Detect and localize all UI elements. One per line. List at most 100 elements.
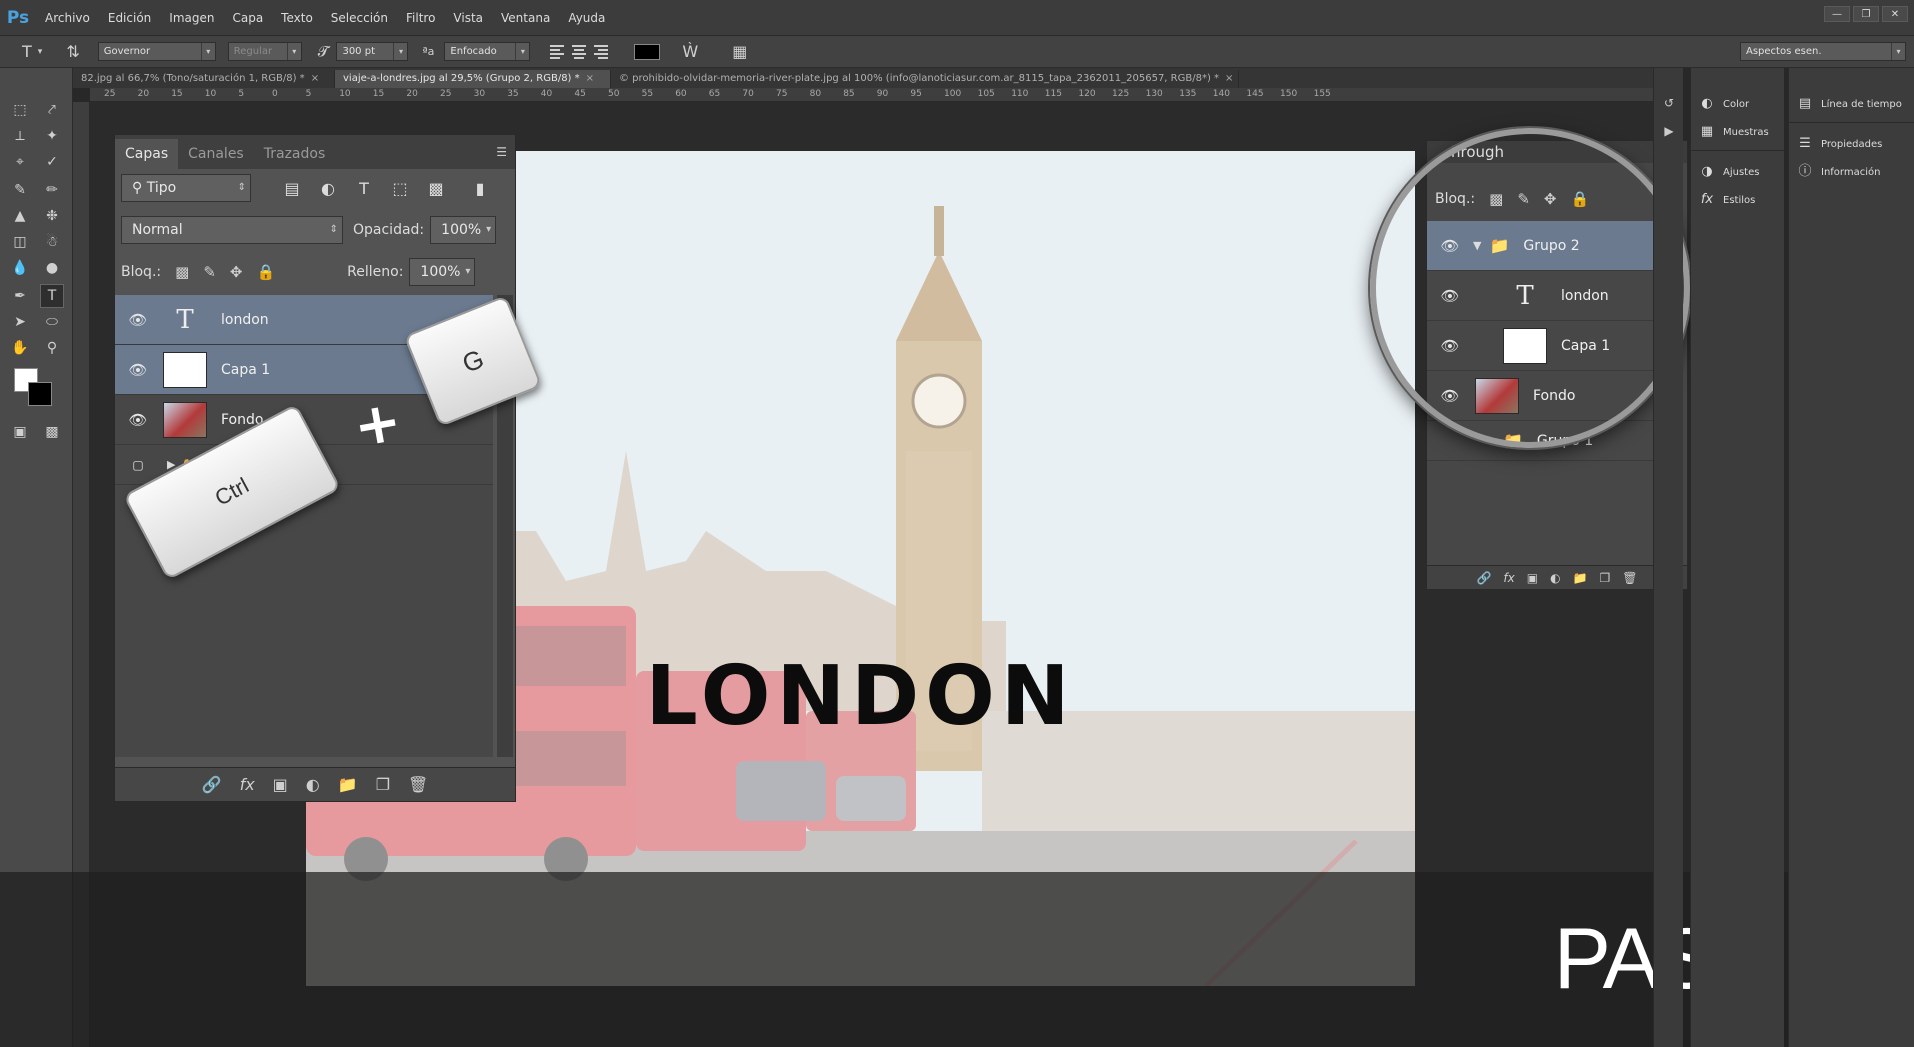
dock-item-timeline[interactable]: ▤ Línea de tiempo [1797, 96, 1902, 112]
lock-pixels-icon[interactable]: ✎ [203, 263, 216, 281]
eye-icon[interactable]: 👁 [1427, 387, 1473, 405]
tab-trazados[interactable]: Trazados [254, 139, 336, 169]
panel-menu-icon[interactable]: ☰ [496, 145, 507, 159]
screen-mode-icon[interactable]: ▩ [40, 420, 64, 444]
menu-ayuda[interactable]: Ayuda [559, 0, 614, 36]
font-family-select[interactable]: Governor ▾ [97, 42, 216, 61]
adjustment-layer-icon[interactable]: ◐ [1550, 571, 1560, 585]
restore-icon[interactable]: ❐ [1853, 6, 1879, 22]
new-layer-icon[interactable]: ❐ [1600, 571, 1611, 585]
menu-seleccion[interactable]: Selección [322, 0, 397, 36]
brush-tool-icon[interactable]: ✏ [40, 178, 64, 202]
text-orientation-icon[interactable]: ⇅ [66, 42, 79, 61]
tab-canales[interactable]: Canales [178, 139, 254, 169]
character-panel-icon[interactable]: ▦ [732, 42, 747, 61]
dock-item-informacion[interactable]: ⓘ Información [1797, 164, 1880, 180]
eye-icon[interactable]: 👁 [115, 411, 161, 429]
align-left-icon[interactable] [550, 43, 568, 61]
menu-texto[interactable]: Texto [272, 0, 322, 36]
menu-imagen[interactable]: Imagen [160, 0, 223, 36]
lock-transparent-icon[interactable]: ▩ [1489, 190, 1503, 208]
close-icon[interactable]: ✕ [1882, 6, 1908, 22]
tab-document-3[interactable]: © prohibido-olvidar-memoria-river-plate.… [611, 70, 1239, 88]
stamp-tool-icon[interactable]: ▲ [8, 204, 32, 228]
hand-tool-icon[interactable]: ✋ [8, 336, 32, 360]
tab-capas[interactable]: Capas [115, 139, 179, 169]
fx-icon[interactable]: fx [240, 775, 255, 794]
eye-icon[interactable]: 👁 [1427, 237, 1473, 255]
layer-filter-select[interactable]: ⚲ Tipo ⇕ [121, 174, 251, 202]
zoom-tool-icon[interactable]: ⚲ [40, 336, 64, 360]
lock-position-icon[interactable]: ✥ [1544, 190, 1557, 208]
background-color-swatch[interactable] [28, 382, 52, 406]
dock-item-estilos[interactable]: fx Estilos [1699, 192, 1755, 208]
link-layers-icon[interactable]: 🔗 [202, 775, 222, 794]
type-filter-icon[interactable]: T [353, 179, 375, 198]
close-icon[interactable]: × [1225, 73, 1233, 84]
lock-transparent-icon[interactable]: ▩ [175, 263, 189, 281]
lock-all-icon[interactable]: 🔒 [256, 263, 275, 281]
dodge-tool-icon[interactable]: ● [40, 256, 64, 280]
eye-icon[interactable]: 👁 [115, 361, 161, 379]
history-panel-icon[interactable]: ↺ [1661, 96, 1677, 112]
visibility-box[interactable]: ▢ [115, 458, 161, 472]
menu-ventana[interactable]: Ventana [492, 0, 559, 36]
layer-row-grupo2[interactable]: 👁 ▼ 📁 Grupo 2 [1427, 221, 1673, 271]
eye-icon[interactable]: 👁 [1427, 337, 1473, 355]
eyedropper-icon[interactable]: ✓ [40, 150, 64, 174]
lasso-tool-icon[interactable]: ⟂ [8, 124, 32, 148]
image-filter-icon[interactable]: ▤ [281, 179, 303, 198]
disclosure-triangle-icon[interactable]: ▼ [1473, 239, 1481, 252]
type-tool-icon[interactable]: T [22, 42, 32, 61]
workspace-select[interactable]: Aspectos esen. ▾ [1740, 42, 1906, 61]
lock-all-icon[interactable]: 🔒 [1570, 190, 1589, 208]
menu-vista[interactable]: Vista [444, 0, 492, 36]
link-layers-icon[interactable]: 🔗 [1476, 571, 1491, 585]
layer-row-london[interactable]: 👁 T london [1427, 271, 1673, 321]
smart-object-filter-icon[interactable]: ▩ [425, 179, 447, 198]
menu-capa[interactable]: Capa [223, 0, 272, 36]
eraser-tool-icon[interactable]: ◫ [8, 230, 32, 254]
antialias-select[interactable]: Enfocado ▾ [444, 42, 531, 61]
adjustment-filter-icon[interactable]: ◐ [317, 179, 339, 198]
filter-toggle-icon[interactable]: ▮ [469, 179, 491, 198]
trash-icon[interactable]: 🗑 [408, 775, 428, 794]
marquee-tool-icon[interactable]: ⬚ [8, 98, 32, 122]
pen-tool-icon[interactable]: ✒ [8, 284, 32, 308]
layer-row-grupo1[interactable]: 📁 Grupo 1 [1427, 421, 1673, 461]
dock-item-muestras[interactable]: ▦ Muestras [1699, 124, 1769, 140]
quick-mask-icon[interactable]: ▣ [8, 420, 32, 444]
magic-wand-icon[interactable]: ✦ [40, 124, 64, 148]
lock-pixels-icon[interactable]: ✎ [1517, 190, 1530, 208]
minimize-icon[interactable]: — [1824, 6, 1850, 22]
dock-item-color[interactable]: ◐ Color [1699, 96, 1749, 112]
actions-panel-icon[interactable]: ▶ [1661, 124, 1677, 140]
fill-input[interactable]: 100% ▾ [409, 258, 476, 286]
move-tool-icon[interactable]: ⤤ [40, 98, 64, 122]
paint-bucket-icon[interactable]: ☃ [40, 230, 64, 254]
trash-icon[interactable]: 🗑 [1622, 571, 1637, 585]
close-icon[interactable]: × [311, 73, 319, 84]
dock-item-ajustes[interactable]: ◑ Ajustes [1699, 164, 1759, 180]
eye-icon[interactable]: 👁 [1427, 287, 1473, 305]
menu-edicion[interactable]: Edición [99, 0, 160, 36]
tab-document-2[interactable]: viaje-a-londres.jpg al 29,5% (Grupo 2, R… [335, 70, 611, 88]
text-color-swatch[interactable] [634, 43, 661, 60]
menu-filtro[interactable]: Filtro [397, 0, 444, 36]
ellipse-tool-icon[interactable]: ⬭ [40, 310, 64, 334]
add-mask-icon[interactable]: ▣ [273, 775, 288, 794]
eye-icon[interactable]: 👁 [115, 311, 161, 329]
menu-archivo[interactable]: Archivo [36, 0, 99, 36]
blur-tool-icon[interactable]: 💧 [8, 256, 32, 280]
close-icon[interactable]: × [586, 73, 594, 84]
tool-preset-arrow-icon[interactable]: ▾ [38, 47, 43, 57]
align-right-icon[interactable] [594, 43, 612, 61]
new-group-icon[interactable]: 📁 [1573, 571, 1588, 585]
warp-text-icon[interactable]: Ẁ [682, 42, 698, 61]
lock-position-icon[interactable]: ✥ [230, 263, 243, 281]
new-layer-icon[interactable]: ❐ [376, 775, 390, 794]
type-tool-icon[interactable]: T [40, 284, 64, 308]
blend-mode-select[interactable]: Normal ⇕ [121, 216, 343, 244]
align-center-icon[interactable] [572, 43, 590, 61]
add-mask-icon[interactable]: ▣ [1527, 571, 1538, 585]
